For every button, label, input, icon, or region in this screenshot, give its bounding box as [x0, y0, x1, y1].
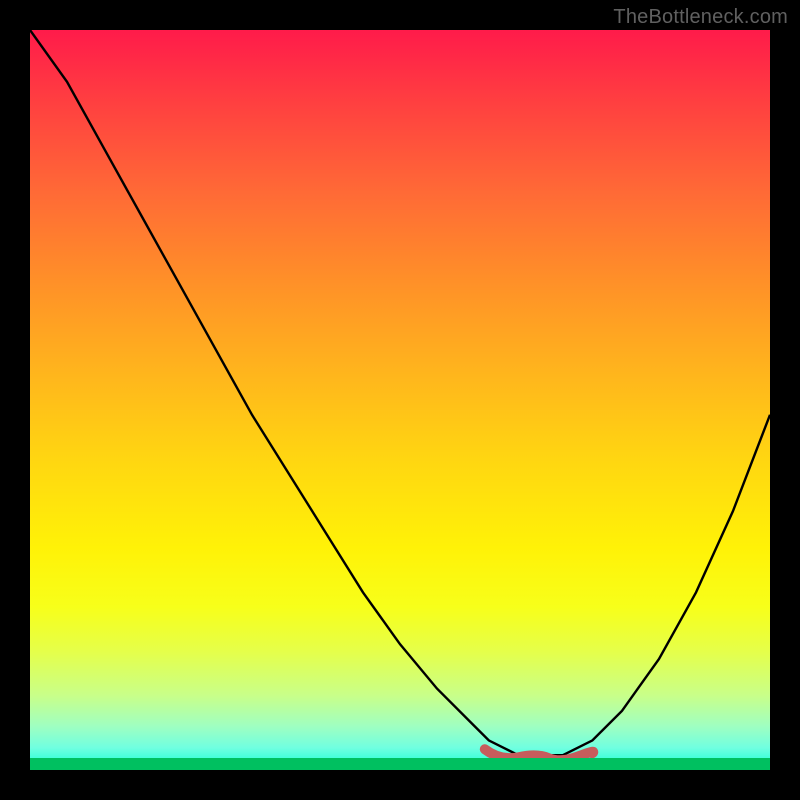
plot-area: [30, 30, 770, 770]
chart-container: TheBottleneck.com: [0, 0, 800, 800]
attribution-watermark: TheBottleneck.com: [613, 6, 788, 29]
optimal-range-marker: [30, 30, 770, 770]
